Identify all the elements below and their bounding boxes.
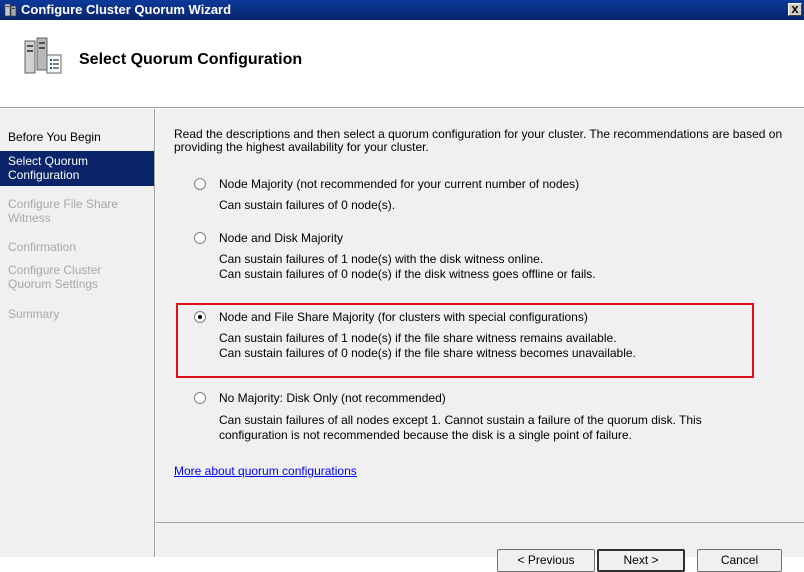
intro-text: Read the descriptions and then select a … <box>174 127 783 154</box>
option-node-and-disk-majority-desc-1: Can sustain failures of 1 node(s) with t… <box>219 252 544 266</box>
next-button[interactable]: Next > <box>597 549 685 572</box>
option-node-and-disk-majority-desc-2: Can sustain failures of 0 node(s) if the… <box>219 267 596 281</box>
option-node-and-file-share-majority-label[interactable]: Node and File Share Majority (for cluste… <box>219 310 588 324</box>
radio-node-majority[interactable] <box>194 178 206 190</box>
step-summary: Summary <box>8 307 60 321</box>
title-bar[interactable]: Configure Cluster Quorum Wizard x <box>0 0 804 20</box>
page-title: Select Quorum Configuration <box>79 51 303 68</box>
option-node-and-file-share-majority-desc-1: Can sustain failures of 1 node(s) if the… <box>219 331 617 345</box>
option-node-and-disk-majority-label[interactable]: Node and Disk Majority <box>219 231 343 245</box>
option-node-and-file-share-majority-desc-2: Can sustain failures of 0 node(s) if the… <box>219 346 636 360</box>
footer-separator <box>156 522 804 523</box>
step-configure-cluster-quorum-settings: Configure Cluster Quorum Settings <box>8 263 102 291</box>
step-select-quorum-configuration[interactable]: Select Quorum Configuration <box>0 151 154 186</box>
option-no-majority-disk-only-desc-1: Can sustain failures of all nodes except… <box>219 413 702 427</box>
wizard-app-icon <box>4 3 17 17</box>
previous-button[interactable]: < Previous <box>497 549 595 572</box>
radio-node-and-file-share-majority[interactable] <box>194 311 206 323</box>
cancel-button[interactable]: Cancel <box>697 549 782 572</box>
option-no-majority-disk-only-desc-2: configuration is not recommended because… <box>219 428 632 442</box>
step-confirmation: Confirmation <box>8 240 77 254</box>
wizard-header: Select Quorum Configuration <box>0 20 804 108</box>
option-node-majority-label[interactable]: Node Majority (not recommended for your … <box>219 177 579 191</box>
close-icon: x <box>791 1 799 16</box>
radio-node-and-disk-majority[interactable] <box>194 232 206 244</box>
step-configure-file-share-witness: Configure File Share Witness <box>8 197 119 225</box>
wizard-content: Read the descriptions and then select a … <box>156 109 804 572</box>
cluster-servers-icon <box>24 37 62 74</box>
step-before-you-begin[interactable]: Before You Begin <box>8 130 148 144</box>
window-title: Configure Cluster Quorum Wizard <box>21 2 232 17</box>
option-node-majority-desc: Can sustain failures of 0 node(s). <box>219 198 396 212</box>
wizard-steps-sidebar: Before You Begin Select Quorum Configura… <box>0 109 155 557</box>
more-about-quorum-link[interactable]: More about quorum configurations <box>174 464 357 478</box>
radio-no-majority-disk-only[interactable] <box>194 392 206 404</box>
option-no-majority-disk-only-label[interactable]: No Majority: Disk Only (not recommended) <box>219 391 446 405</box>
close-button[interactable]: x <box>788 1 802 16</box>
